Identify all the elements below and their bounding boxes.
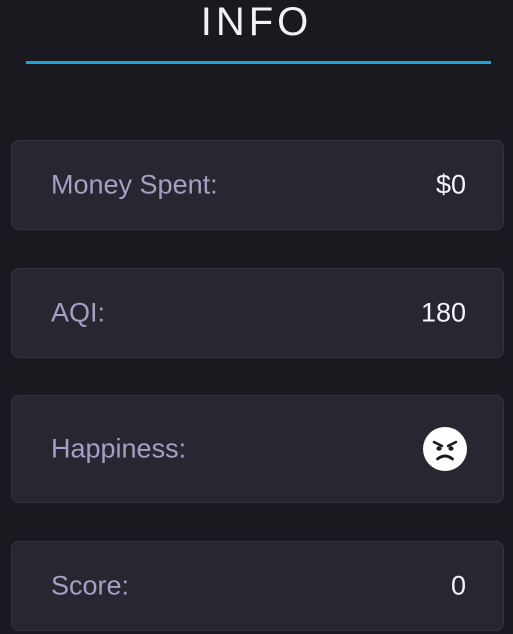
score-card: Score: 0	[11, 541, 504, 631]
happiness-card: Happiness:	[11, 395, 504, 503]
panel-title: INFO	[200, 0, 313, 44]
angry-face-icon	[423, 427, 467, 471]
score-value: 0	[450, 570, 466, 601]
aqi-label: AQI:	[51, 297, 106, 328]
aqi-card: AQI: 180	[11, 268, 504, 358]
aqi-value: 180	[420, 297, 466, 328]
money-spent-value: $0	[435, 169, 466, 200]
money-spent-label: Money Spent:	[51, 169, 218, 200]
info-panel: INFO Money Spent: $0 AQI: 180 Happiness:…	[0, 0, 513, 634]
happiness-label: Happiness:	[51, 433, 187, 464]
money-spent-card: Money Spent: $0	[11, 140, 504, 230]
title-underline	[26, 61, 491, 64]
score-label: Score:	[51, 570, 130, 601]
